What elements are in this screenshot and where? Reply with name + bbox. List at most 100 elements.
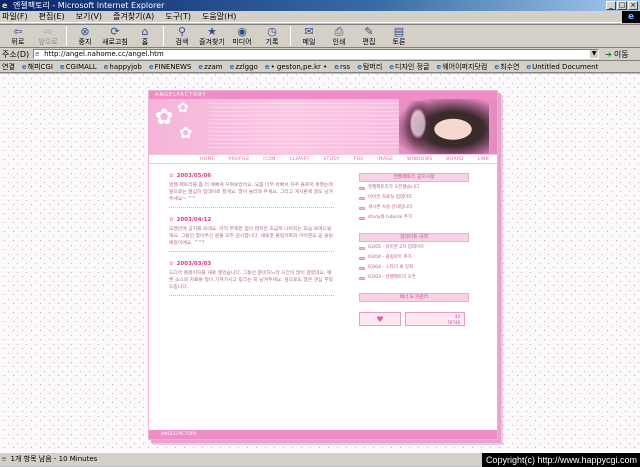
banner-portrait — [399, 99, 489, 154]
nav-link[interactable]: LINK — [478, 157, 489, 162]
link-item[interactable]: e FINENEWS — [149, 63, 192, 71]
page-icon: e — [148, 62, 154, 71]
menu-edit[interactable]: 편집(E) — [39, 11, 65, 22]
page-viewport[interactable]: ANGELFACTORY ✿ ✿ ✿ HOME · PROFILE · ICON · … — [0, 74, 640, 452]
news-post: ✿ 2003/04/12 오랜만에 공지를 쓰네요. 아직 부족한 점이 많지만 … — [169, 217, 334, 252]
banner-portrait-shadow — [403, 101, 433, 151]
page-loading-icon: e — [2, 455, 7, 463]
window-controls: _ □ × — [606, 1, 638, 10]
page-icon: e — [103, 62, 109, 71]
links-bar: 연결 e 해피CGI e CGIMALL e happyjob e FINENEWS e… — [0, 61, 640, 73]
edit-icon: ✎ — [364, 25, 374, 38]
refresh-button[interactable]: ⟳ 새로고침 — [101, 25, 129, 47]
bullet-icon: ✿ — [169, 217, 174, 223]
list-bullet-icon — [359, 266, 365, 270]
update-item[interactable]: 03/04 - 스타디 새 강좌 — [359, 265, 469, 271]
ie-throbber-icon: e — [622, 11, 640, 23]
nav-image[interactable]: IMAGE — [377, 157, 393, 162]
toolbar-separator — [163, 26, 164, 46]
list-bullet-icon — [359, 216, 365, 220]
copyright-overlay: Copyright(c) http://www.happycgi.com — [481, 453, 640, 467]
media-button[interactable]: ◉ 미디어 — [228, 25, 256, 47]
link-item[interactable]: e rss — [334, 63, 350, 71]
print-button[interactable]: ⎙ 인쇄 — [325, 25, 353, 47]
link-item[interactable]: e Untitled Document — [526, 63, 598, 71]
stop-button[interactable]: ⊗ 중지 — [71, 25, 99, 47]
nav-pds[interactable]: PDS — [354, 157, 364, 162]
menu-favorites[interactable]: 즐겨찾기(A) — [113, 11, 154, 22]
search-icon: ⚲ — [177, 25, 187, 38]
forward-arrow-icon: ⇨ — [43, 25, 53, 38]
page-icon: e — [198, 62, 204, 71]
nav-board[interactable]: BOARD — [446, 157, 464, 162]
link-item[interactable]: e zzam — [198, 63, 222, 71]
list-bullet-icon — [359, 246, 365, 250]
menu-tools[interactable]: 도구(T) — [165, 11, 191, 22]
favorites-button[interactable]: ★ 즐겨찾기 — [198, 25, 226, 47]
list-bullet-icon — [359, 256, 365, 260]
ie-window-icon: e — [2, 1, 8, 10]
edit-button[interactable]: ✎ 편집 — [355, 25, 383, 47]
link-item[interactable]: e 해피CGI — [22, 62, 53, 72]
page-icon: e — [436, 62, 442, 71]
nav-home[interactable]: HOME — [200, 157, 215, 162]
update-item[interactable]: 03/04 - 클립아트 추가 — [359, 255, 469, 261]
page-icon: e — [334, 62, 340, 71]
link-item[interactable]: e 웨어이퍼지닷컴 — [436, 62, 487, 72]
page-icon: e — [35, 50, 40, 58]
site-nav: HOME · PROFILE · ICON · CLIPART · STUDY · PDS… — [149, 154, 497, 164]
update-item[interactable]: 03/05 - 아이콘 2차 업데이트 — [359, 245, 469, 251]
page-icon: e — [389, 62, 395, 71]
link-item[interactable]: e CGIMALL — [60, 63, 97, 71]
search-button[interactable]: ⚲ 검색 — [168, 25, 196, 47]
post-body: 엔젤 팩토리를 좀 더 예쁘게 꾸며보았어요. 요즘 너무 바빠서 자주 들르지… — [169, 183, 333, 202]
media-icon: ◉ — [237, 25, 247, 38]
menu-help[interactable]: 도움말(H) — [202, 11, 236, 22]
page-icon: e — [494, 62, 500, 71]
status-bar: e 1개 항목 남음 - 10 Minutes Copyright(c) htt… — [0, 452, 640, 467]
link-item[interactable]: e zzlggo — [230, 63, 258, 71]
nav-study[interactable]: STUDY — [323, 157, 339, 162]
link-item[interactable]: e 디자인 정글 — [389, 62, 429, 72]
notice-item[interactable]: 엔젤팩토리가 오픈했습니다 — [359, 185, 469, 191]
discuss-button[interactable]: ▤ 토론 — [385, 25, 413, 47]
minimize-button[interactable]: _ — [606, 1, 616, 10]
history-button[interactable]: ◷ 기록 — [258, 25, 286, 47]
notice-item[interactable]: study와 tutorial 추가 — [359, 215, 469, 221]
chevron-down-icon[interactable]: ▼ — [590, 50, 599, 58]
site-banner-button[interactable]: ♥ — [359, 312, 401, 326]
toolbar-separator — [290, 26, 291, 46]
notice-item[interactable]: 아이콘 자료실 업데이트 — [359, 195, 469, 201]
update-item[interactable]: 03/03 - 엔젤팩토리 오픈 — [359, 275, 469, 281]
nav-clipart[interactable]: CLIPART — [290, 157, 310, 162]
mail-button[interactable]: ✉ 메일 — [295, 25, 323, 47]
menu-view[interactable]: 보기(V) — [76, 11, 102, 22]
menu-file[interactable]: 파일(F) — [2, 11, 28, 22]
link-item[interactable]: e • geston,pe.kr • — [265, 63, 327, 71]
print-icon: ⎙ — [334, 25, 344, 38]
back-button[interactable]: ⇦ 뒤로 — [4, 25, 32, 47]
visitor-counter: 42 76746 — [405, 312, 465, 326]
heart-icon: ♥ — [376, 314, 384, 324]
post-body: 오랜만에 공지를 쓰네요. 아직 부족한 점이 많지만 조금씩 나아지는 모습 … — [169, 227, 333, 246]
notice-item[interactable]: 게시판 사용 안내입니다 — [359, 205, 469, 211]
home-button[interactable]: ⌂ 홈 — [131, 25, 159, 47]
site-content: ✿ 2003/05/06 엔젤 팩토리를 좀 더 예쁘게 꾸며보았어요. 요즘 너… — [149, 167, 497, 422]
link-item[interactable]: e happyjob — [104, 63, 142, 71]
address-url: http://angel.nahome.cc/angel.htm — [44, 50, 164, 58]
go-button[interactable]: ➔ 이동 — [605, 49, 628, 60]
post-date: 2003/05/06 — [176, 173, 212, 179]
address-input[interactable]: e http://angel.nahome.cc/angel.htm ▼ — [33, 49, 600, 59]
nav-profile[interactable]: PROFILE — [229, 157, 250, 162]
go-arrow-icon: ➔ — [605, 49, 612, 59]
list-bullet-icon — [359, 206, 365, 210]
link-item[interactable]: e 탐머리 — [357, 62, 382, 72]
forward-button[interactable]: ⇨ 앞으로 — [34, 25, 62, 47]
nav-windows[interactable]: WINDOWS — [407, 157, 433, 162]
nav-icon[interactable]: ICON — [263, 157, 276, 162]
link-item[interactable]: e 최수연 — [494, 62, 519, 72]
flower-icon: ✿ — [177, 100, 189, 116]
maximize-button[interactable]: □ — [617, 1, 627, 10]
close-button[interactable]: × — [628, 1, 638, 10]
post-date: 2003/04/12 — [176, 217, 212, 223]
